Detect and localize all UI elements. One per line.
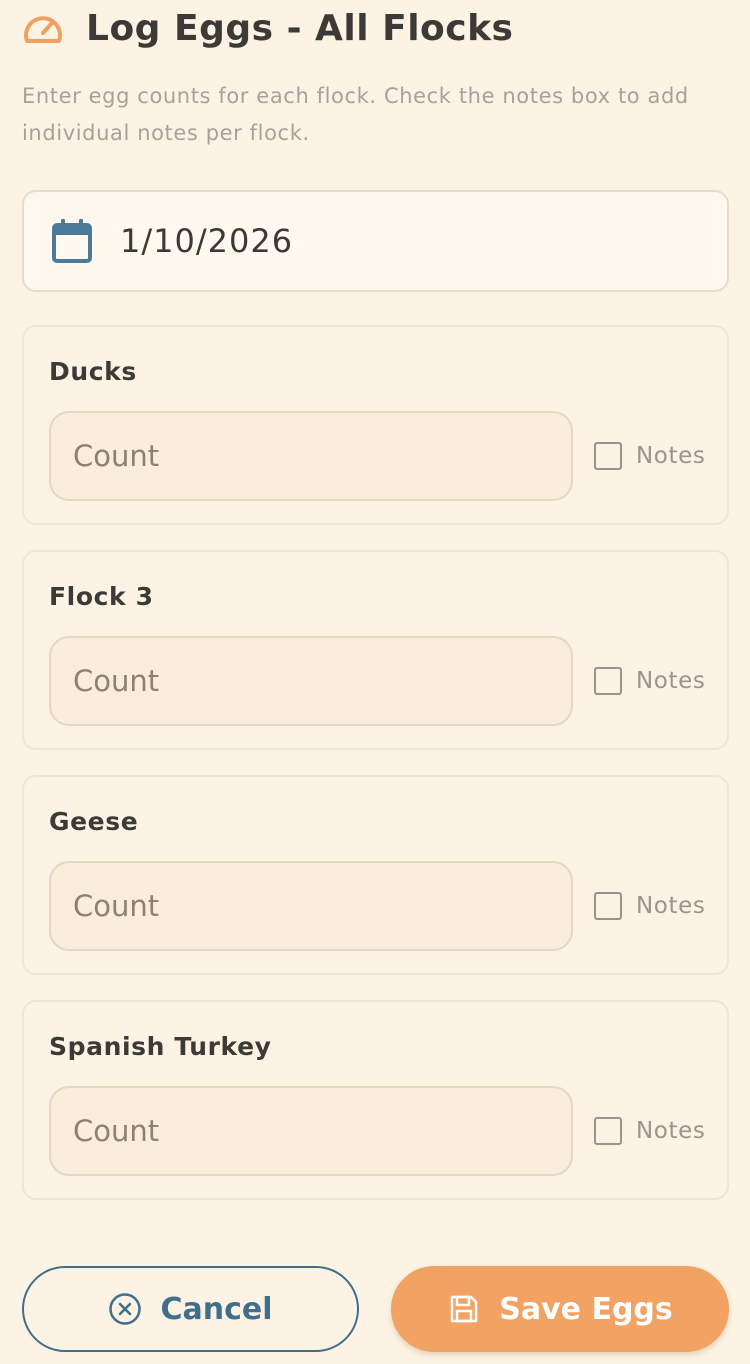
- circle-x-icon: [108, 1292, 142, 1326]
- notes-label: Notes: [636, 893, 706, 919]
- notes-label: Notes: [636, 1118, 706, 1144]
- count-input[interactable]: [49, 861, 573, 951]
- gauge-icon: [22, 5, 68, 51]
- count-input[interactable]: [49, 636, 573, 726]
- count-input[interactable]: [49, 411, 573, 501]
- notes-toggle[interactable]: Notes: [594, 667, 705, 695]
- notes-checkbox[interactable]: [594, 1117, 622, 1145]
- count-input[interactable]: [49, 1086, 573, 1176]
- cancel-button[interactable]: Cancel: [22, 1266, 359, 1352]
- flock-card-ducks: Ducks Notes: [22, 325, 729, 525]
- header: Log Eggs - All Flocks: [22, 0, 514, 56]
- flock-name: Geese: [49, 807, 139, 836]
- log-eggs-screen: Log Eggs - All Flocks Enter egg counts f…: [0, 0, 750, 1364]
- flock-name: Spanish Turkey: [49, 1032, 272, 1061]
- save-eggs-button[interactable]: Save Eggs: [391, 1266, 729, 1352]
- date-value: 1/10/2026: [120, 222, 294, 260]
- flock-card-geese: Geese Notes: [22, 775, 729, 975]
- notes-label: Notes: [636, 443, 706, 469]
- calendar-icon: [50, 217, 94, 265]
- flock-name: Flock 3: [49, 582, 154, 611]
- floppy-disk-icon: [447, 1292, 481, 1326]
- page-description: Enter egg counts for each flock. Check t…: [22, 84, 689, 145]
- notes-toggle[interactable]: Notes: [594, 1117, 705, 1145]
- page-title: Log Eggs - All Flocks: [86, 7, 514, 49]
- notes-toggle[interactable]: Notes: [594, 892, 705, 920]
- date-picker[interactable]: 1/10/2026: [22, 190, 729, 292]
- flock-card-flock-3: Flock 3 Notes: [22, 550, 729, 750]
- cancel-label: Cancel: [160, 1291, 273, 1327]
- save-label: Save Eggs: [499, 1291, 673, 1327]
- flock-card-spanish-turkey: Spanish Turkey Notes: [22, 1000, 729, 1200]
- notes-checkbox[interactable]: [594, 442, 622, 470]
- notes-toggle[interactable]: Notes: [594, 442, 705, 470]
- notes-label: Notes: [636, 668, 706, 694]
- flock-name: Ducks: [49, 357, 137, 386]
- notes-checkbox[interactable]: [594, 667, 622, 695]
- notes-checkbox[interactable]: [594, 892, 622, 920]
